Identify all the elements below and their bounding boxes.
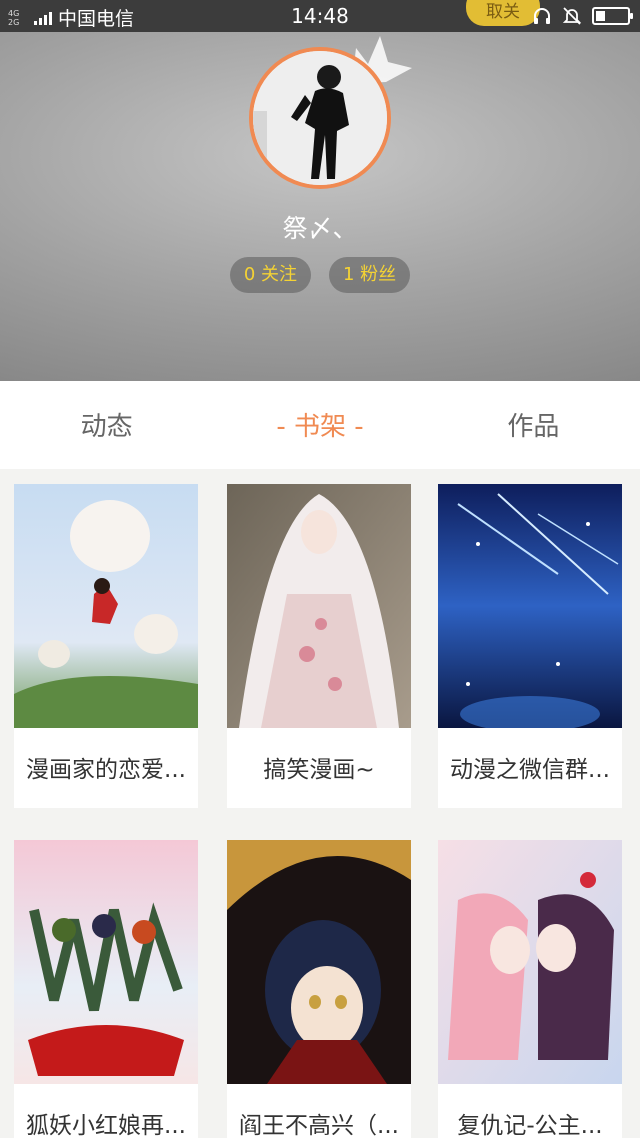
profile-tabs: 动态 书架 作品 <box>0 381 640 469</box>
book-card[interactable]: 动漫之微信群... <box>438 484 622 808</box>
book-card[interactable]: 漫画家的恋爱... <box>14 484 198 808</box>
book-cover <box>14 840 198 1084</box>
avatar[interactable] <box>249 47 391 189</box>
book-title: 搞笑漫画~ <box>263 757 375 783</box>
book-title: 复仇记-公主... <box>457 1113 603 1138</box>
book-card[interactable]: 阎王不高兴（... <box>227 840 411 1138</box>
tab-works[interactable]: 作品 <box>427 381 640 469</box>
book-card[interactable]: 狐妖小红娘再... <box>14 840 198 1138</box>
book-title: 漫画家的恋爱... <box>26 757 186 783</box>
headphones-icon <box>532 6 552 26</box>
book-title: 阎王不高兴（... <box>239 1113 399 1138</box>
book-cover <box>438 840 622 1084</box>
battery-icon <box>592 7 633 25</box>
book-cover <box>438 484 622 728</box>
book-card[interactable]: 搞笑漫画~ <box>227 484 411 808</box>
unfollow-button[interactable]: 取关 <box>466 0 540 26</box>
book-title: 狐妖小红娘再... <box>26 1113 186 1138</box>
book-card[interactable]: 复仇记-公主... <box>438 840 622 1138</box>
bell-off-icon <box>562 6 582 26</box>
username: 祭〆、 <box>282 214 358 243</box>
book-cover <box>14 484 198 728</box>
book-cover <box>227 840 411 1084</box>
following-count[interactable]: 0 关注 <box>229 257 311 293</box>
book-cover <box>227 484 411 728</box>
status-bar: 4G 2G 中国电信 14:48 取关 <box>0 0 640 32</box>
profile-stats: 0 关注 1 粉丝 <box>0 257 640 293</box>
book-title: 动漫之微信群... <box>450 757 610 783</box>
tab-activity[interactable]: 动态 <box>0 381 213 469</box>
profile-header: 祭〆、 0 关注 1 粉丝 <box>0 32 640 381</box>
tab-bookshelf[interactable]: 书架 <box>213 381 426 469</box>
fans-count[interactable]: 1 粉丝 <box>329 257 411 293</box>
